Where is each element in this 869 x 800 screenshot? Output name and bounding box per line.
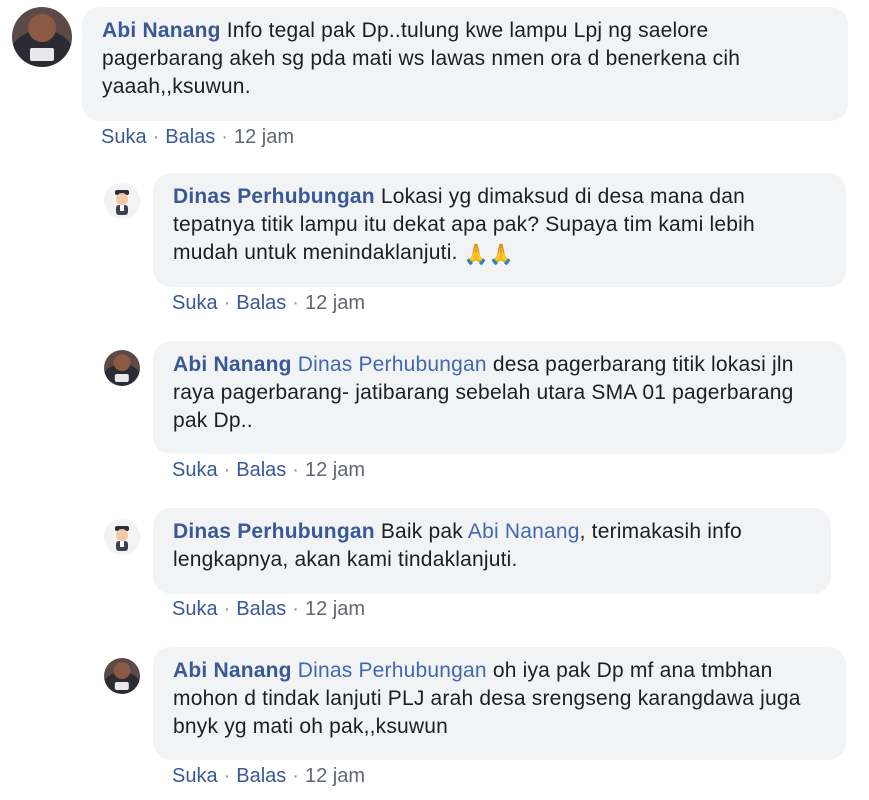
- reply-link[interactable]: Balas: [236, 292, 286, 314]
- reply-link[interactable]: Balas: [236, 459, 286, 481]
- comment-bubble: Abi Nanang Info tegal pak Dp..tulung kwe…: [82, 7, 848, 121]
- comment-bubble: Abi Nanang Dinas Perhubungan desa pagerb…: [153, 341, 846, 454]
- comment-time[interactable]: 12 jam: [305, 459, 365, 481]
- avatar-dinas-perhubungan[interactable]: [104, 519, 140, 555]
- comment-bubble: Abi Nanang Dinas Perhubungan oh iya pak …: [153, 647, 846, 760]
- police-cartoon-icon: [104, 519, 140, 555]
- comment-time[interactable]: 12 jam: [234, 126, 294, 148]
- mention-link[interactable]: Abi Nanang: [468, 520, 580, 543]
- praying-hands-icon: 🙏🙏: [463, 244, 514, 266]
- reply-link[interactable]: Balas: [236, 765, 286, 787]
- comment-actions: Suka · Balas · 12 jam: [172, 459, 365, 481]
- avatar-abi-nanang[interactable]: [104, 350, 140, 386]
- comment-author[interactable]: Abi Nanang: [173, 353, 292, 376]
- comment-actions: Suka · Balas · 12 jam: [172, 765, 365, 787]
- comment-time[interactable]: 12 jam: [305, 292, 365, 314]
- like-link[interactable]: Suka: [172, 292, 218, 314]
- comment-actions: Suka · Balas · 12 jam: [101, 126, 294, 148]
- comment-author[interactable]: Abi Nanang: [173, 659, 292, 682]
- avatar-dinas-perhubungan[interactable]: [104, 183, 140, 219]
- reply-link[interactable]: Balas: [165, 126, 215, 148]
- comment-time[interactable]: 12 jam: [305, 765, 365, 787]
- like-link[interactable]: Suka: [172, 459, 218, 481]
- reply-link[interactable]: Balas: [236, 598, 286, 620]
- avatar-abi-nanang[interactable]: [12, 7, 72, 67]
- police-cartoon-icon: [104, 183, 140, 219]
- comment-text-prefix: Baik pak: [380, 520, 463, 543]
- comment-author[interactable]: Dinas Perhubungan: [173, 520, 375, 543]
- comment-bubble: Dinas Perhubungan Lokasi yg dimaksud di …: [153, 173, 846, 287]
- like-link[interactable]: Suka: [101, 126, 147, 148]
- mention-link[interactable]: Dinas Perhubungan: [298, 353, 487, 376]
- like-link[interactable]: Suka: [172, 598, 218, 620]
- comment-time[interactable]: 12 jam: [305, 598, 365, 620]
- comment-bubble: Dinas Perhubungan Baik pak Abi Nanang, t…: [153, 508, 831, 594]
- comment-author[interactable]: Dinas Perhubungan: [173, 185, 375, 208]
- avatar-abi-nanang[interactable]: [104, 658, 140, 694]
- comment-actions: Suka · Balas · 12 jam: [172, 598, 365, 620]
- comment-author[interactable]: Abi Nanang: [102, 19, 221, 42]
- mention-link[interactable]: Dinas Perhubungan: [298, 659, 487, 682]
- like-link[interactable]: Suka: [172, 765, 218, 787]
- comment-actions: Suka · Balas · 12 jam: [172, 292, 365, 314]
